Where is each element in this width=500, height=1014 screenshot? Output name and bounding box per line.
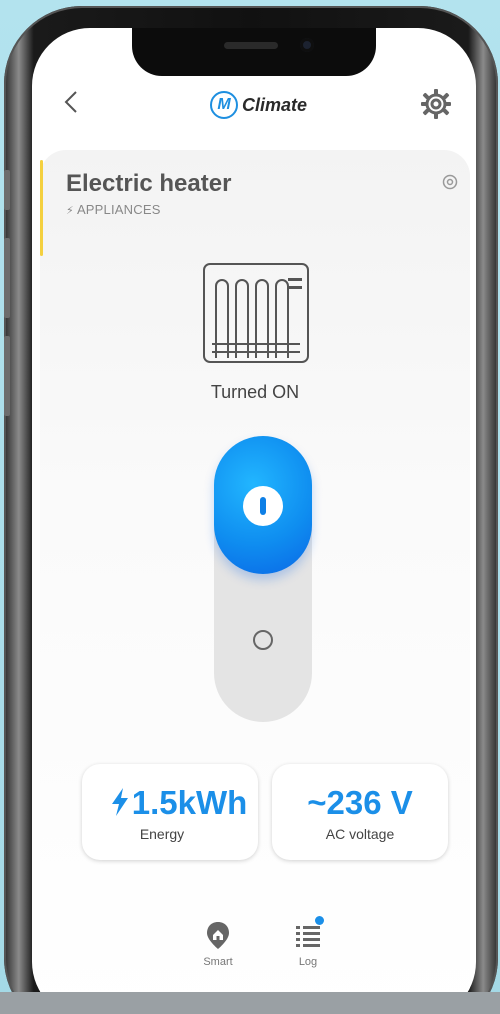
tilde-wave-icon: ~ <box>307 784 327 821</box>
bottom-nav: Smart Log <box>40 916 470 1000</box>
energy-value: 1.5kWh <box>90 784 266 822</box>
card-accent-marker <box>40 160 43 256</box>
energy-value-text: 1.5kWh <box>131 784 248 821</box>
volume-down-button <box>4 336 10 416</box>
back-button[interactable] <box>62 88 92 118</box>
on-indicator-icon <box>243 486 283 526</box>
off-indicator-icon <box>253 630 273 650</box>
voltage-value: ~236 V <box>272 784 448 822</box>
nav-item-smart[interactable]: Smart <box>188 920 248 968</box>
logo-mark: M <box>210 91 238 119</box>
voltage-stat-card: ~236 V AC voltage <box>272 764 448 860</box>
gear-icon <box>421 89 451 119</box>
plug-icon: ⚡ <box>66 205 74 217</box>
power-icon <box>442 174 458 190</box>
chevron-left-icon <box>64 91 77 113</box>
power-toggle-knob[interactable] <box>214 436 312 574</box>
energy-stat-card: 1.5kWh Energy <box>82 764 258 860</box>
device-card: Electric heater ⚡ APPLIANCES Turned ON 1… <box>40 150 470 1014</box>
volume-up-button <box>4 238 10 318</box>
device-name: Electric heater <box>66 170 232 197</box>
phone-frame: M Climate Electric heater ⚡ APPLIANCES T… <box>4 6 498 1014</box>
phone-screen: M Climate Electric heater ⚡ APPLIANCES T… <box>32 28 476 1014</box>
device-category-label: APPLIANCES <box>76 202 161 217</box>
nav-item-log[interactable]: Log <box>278 916 338 968</box>
device-category: ⚡ APPLIANCES <box>66 202 161 217</box>
heater-icon <box>200 260 312 366</box>
device-status: Turned ON <box>210 382 300 402</box>
energy-label: Energy <box>139 826 185 842</box>
app-name: Climate <box>242 94 308 115</box>
map-pin-home-icon <box>203 920 233 950</box>
speaker-grille <box>224 42 278 49</box>
lightning-icon <box>111 788 128 816</box>
power-toggle[interactable] <box>214 436 312 722</box>
app-logo: M Climate <box>210 88 307 122</box>
app-header: M Climate <box>32 76 476 136</box>
nav-label-smart: Smart <box>203 956 233 968</box>
notification-dot <box>315 916 324 925</box>
bottom-edge <box>0 992 500 1014</box>
device-info-button[interactable] <box>442 174 458 190</box>
stage: M Climate Electric heater ⚡ APPLIANCES T… <box>0 0 500 1014</box>
notch <box>132 28 376 76</box>
front-camera <box>300 38 314 52</box>
voltage-value-text: 236 V <box>326 784 413 821</box>
nav-label-log: Log <box>298 956 318 968</box>
mute-switch <box>4 170 10 210</box>
settings-button[interactable] <box>418 86 454 122</box>
voltage-label: AC voltage <box>325 826 395 842</box>
